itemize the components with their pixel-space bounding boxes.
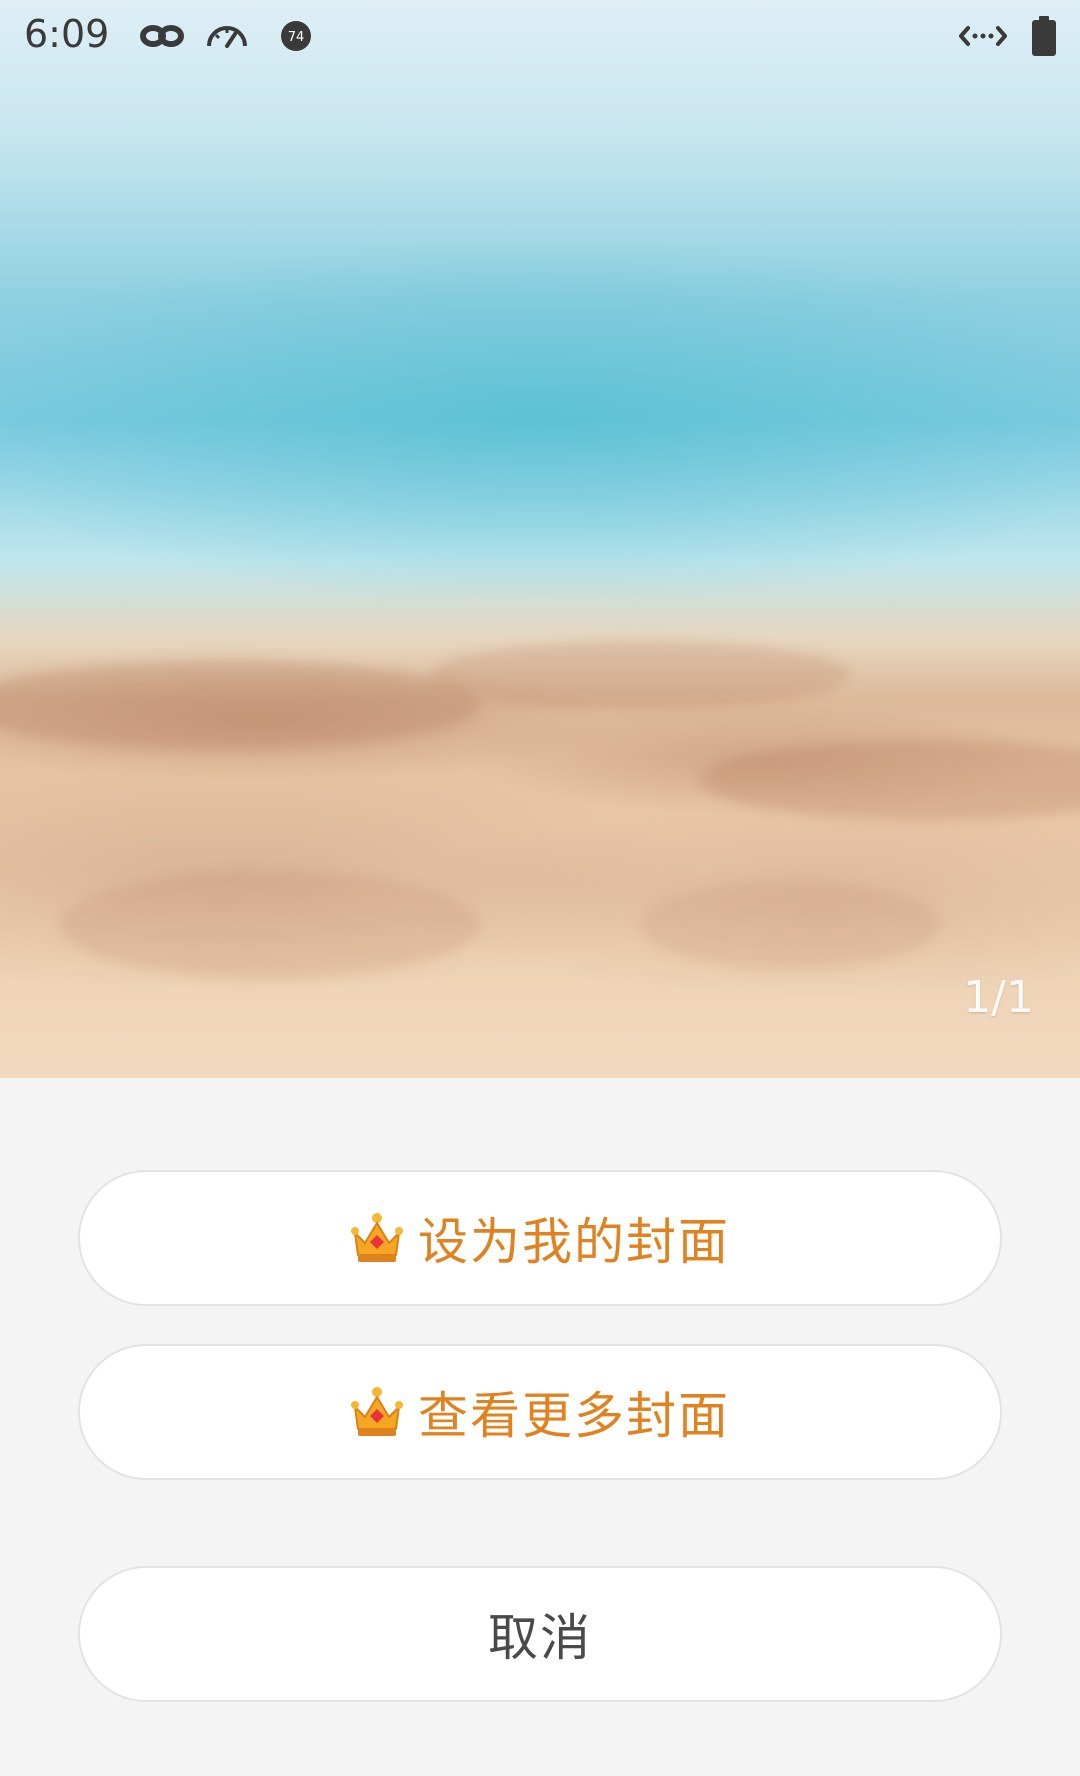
view-more-covers-label: 查看更多封面 [418, 1387, 730, 1445]
infinity-icon [140, 25, 184, 47]
cancel-button[interactable]: 取消 [78, 1566, 1002, 1702]
crown-icon [351, 1213, 403, 1262]
view-more-covers-button[interactable]: 查看更多封面 [78, 1344, 1002, 1480]
battery-icon [1032, 16, 1056, 56]
status-time: 6:09 [24, 12, 110, 56]
cover-image[interactable]: 1/1 [0, 0, 1080, 1078]
cancel-label: 取消 [488, 1609, 592, 1667]
speedometer-icon [207, 26, 247, 48]
set-as-cover-label: 设为我的封面 [418, 1213, 730, 1271]
page-indicator: 1/1 [963, 972, 1034, 1023]
badge-74-icon: 74 [281, 21, 311, 51]
crown-icon [351, 1387, 403, 1436]
status-bar: 6:09 74 [0, 0, 1080, 72]
data-sync-icon [959, 26, 1007, 46]
badge-number: 74 [288, 30, 305, 45]
set-as-cover-button[interactable]: 设为我的封面 [78, 1170, 1002, 1306]
